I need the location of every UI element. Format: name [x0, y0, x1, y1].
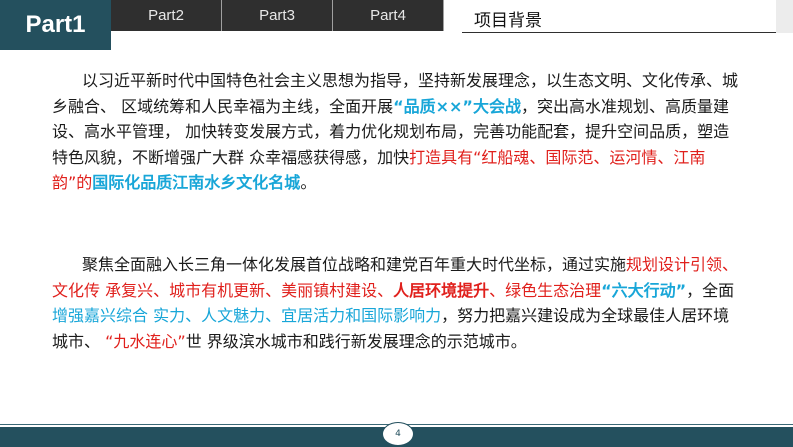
- tab-part3[interactable]: Part3: [222, 0, 333, 31]
- paragraph2-run-4: “六大行动”: [601, 280, 687, 300]
- tab-part4[interactable]: Part4: [333, 0, 444, 31]
- tab-part2[interactable]: Part2: [111, 0, 222, 31]
- part-tabs: Part2 Part3 Part4: [111, 0, 444, 31]
- paragraph2-run-6: 增强嘉兴综合 实力、人文魅力、宜居活力和国际影响力: [52, 306, 442, 326]
- paragraph-1: 以习近平新时代中国特色社会主义思想为指导，坚持新发展理念，以生态文明、文化传承、…: [52, 68, 742, 196]
- title-edge-decoration: [776, 0, 793, 33]
- section-title: 项目背景: [474, 11, 542, 31]
- paragraph2-run-8: “九水连心”: [105, 331, 186, 351]
- paragraph1-run-4: 国际化品质江南水乡文化名城: [92, 173, 301, 193]
- paragraph2-run-2: 人居环境提升: [393, 280, 490, 300]
- paragraph2-run-9: 世 界级滨水城市和践行新发展理念的示范城市。: [185, 331, 527, 351]
- paragraph2-run-0: 聚焦全面融入长三角一体化发展首位战略和建党百年重大时代坐标，通过实施: [82, 255, 627, 274]
- paragraph1-run-5: 。: [300, 173, 317, 193]
- paragraph2-run-3: 、绿色生态治理: [489, 280, 602, 300]
- page-number: 4: [382, 422, 414, 446]
- paragraph-2: 聚焦全面融入长三角一体化发展首位战略和建党百年重大时代坐标，通过实施规划设计引领…: [52, 252, 742, 354]
- paragraph1-run-1: “品质××”大会战: [393, 96, 521, 116]
- section-title-box: 项目背景: [462, 0, 778, 33]
- paragraph2-run-5: ，全面: [686, 280, 735, 300]
- part1-tab-active[interactable]: Part1: [0, 0, 111, 50]
